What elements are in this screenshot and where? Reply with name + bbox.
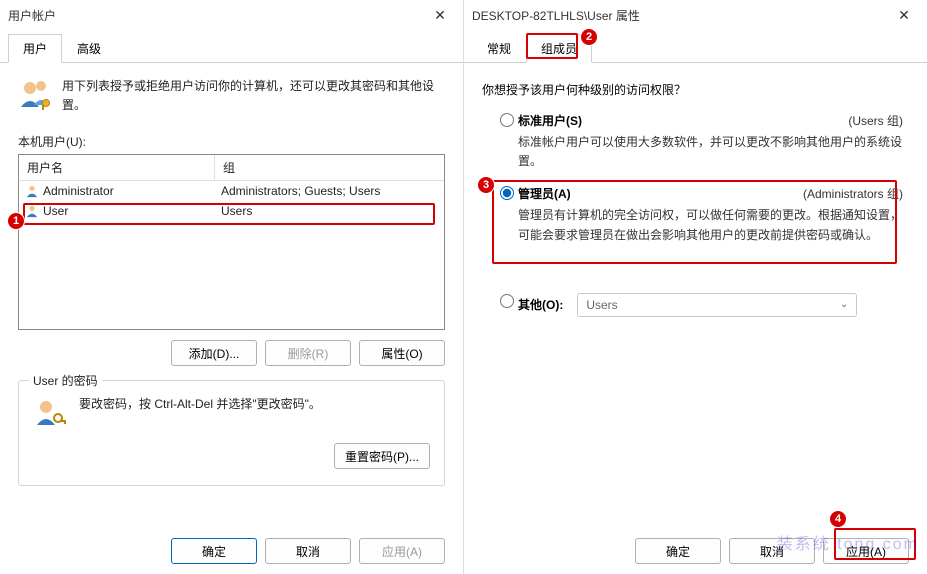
- option-standard-desc: 标准帐户用户可以使用大多数软件，并可以更改不影响其他用户的系统设置。: [518, 133, 903, 171]
- cancel-button[interactable]: 取消: [265, 538, 351, 564]
- col-username[interactable]: 用户名: [19, 155, 215, 180]
- tab-users[interactable]: 用户: [8, 34, 62, 63]
- option-admin-hint: (Administrators 组): [803, 185, 903, 202]
- option-other: 其他(O): Users ⌄: [482, 293, 909, 317]
- close-icon[interactable]: ✕: [425, 0, 455, 30]
- list-label: 本机用户(U):: [18, 133, 445, 150]
- tabs-left: 用户 高级: [0, 30, 463, 63]
- reset-password-button[interactable]: 重置密码(P)...: [334, 443, 430, 469]
- right-content: 你想授予该用户何种级别的访问权限？ 标准用户(S) (Users 组) 标准帐户…: [464, 63, 927, 317]
- titlebar-left: 用户帐户 ✕: [0, 0, 463, 30]
- other-group-select[interactable]: Users ⌄: [577, 293, 857, 317]
- user-icon: [25, 184, 39, 198]
- tabs-right: 常规 组成员: [464, 30, 927, 63]
- table-row[interactable]: User Users: [19, 201, 444, 221]
- col-group[interactable]: 组: [215, 155, 444, 180]
- cancel-button[interactable]: 取消: [729, 538, 815, 564]
- option-standard: 标准用户(S) (Users 组) 标准帐户用户可以使用大多数软件，并可以更改不…: [482, 112, 909, 171]
- apply-button: 应用(A): [359, 538, 445, 564]
- properties-button[interactable]: 属性(O): [359, 340, 445, 366]
- ok-button[interactable]: 确定: [171, 538, 257, 564]
- list-button-row: 添加(D)... 删除(R) 属性(O): [18, 340, 445, 366]
- user-properties-dialog: DESKTOP-82TLHLS\User 属性 ✕ 常规 组成员 你想授予该用户…: [464, 0, 927, 574]
- user-icon: [25, 204, 39, 218]
- key-icon: [33, 395, 69, 431]
- password-text: 要改密码，按 Ctrl-Alt-Del 并选择"更改密码"。: [79, 395, 430, 412]
- option-admin-label: 管理员(A): [518, 185, 571, 202]
- table-header: 用户名 组: [19, 155, 444, 181]
- radio-standard[interactable]: [500, 113, 514, 127]
- dialog-buttons-left: 确定 取消 应用(A): [171, 538, 445, 564]
- chevron-down-icon: ⌄: [840, 299, 848, 310]
- cell-username: User: [43, 204, 68, 218]
- tab-general[interactable]: 常规: [472, 34, 526, 62]
- users-keys-icon: [18, 77, 54, 113]
- ok-button[interactable]: 确定: [635, 538, 721, 564]
- option-standard-label: 标准用户(S): [518, 112, 582, 129]
- password-groupbox: User 的密码 要改密码，按 Ctrl-Alt-Del 并选择"更改密码"。 …: [18, 380, 445, 486]
- select-value: Users: [586, 298, 617, 312]
- user-accounts-dialog: 用户帐户 ✕ 用户 高级 用下列表授予或拒绝用户访问你的计算机，还可以更改其密码…: [0, 0, 464, 574]
- titlebar-right: DESKTOP-82TLHLS\User 属性 ✕: [464, 0, 927, 30]
- tab-membership[interactable]: 组成员: [526, 34, 592, 63]
- option-standard-hint: (Users 组): [848, 112, 903, 129]
- table-row[interactable]: Administrator Administrators; Guests; Us…: [19, 181, 444, 201]
- option-admin-desc: 管理员有计算机的完全访问权，可以做任何需要的更改。根据通知设置，可能会要求管理员…: [518, 206, 903, 244]
- window-title: DESKTOP-82TLHLS\User 属性: [472, 7, 889, 24]
- radio-other[interactable]: [500, 294, 514, 308]
- question-text: 你想授予该用户何种级别的访问权限？: [482, 81, 909, 98]
- apply-button[interactable]: 应用(A): [823, 538, 909, 564]
- groupbox-legend: User 的密码: [29, 372, 102, 389]
- left-content: 用下列表授予或拒绝用户访问你的计算机，还可以更改其密码和其他设置。 本机用户(U…: [0, 63, 463, 500]
- dialog-buttons-right: 确定 取消 应用(A): [635, 538, 909, 564]
- instruction-text: 用下列表授予或拒绝用户访问你的计算机，还可以更改其密码和其他设置。: [62, 77, 445, 115]
- add-button[interactable]: 添加(D)...: [171, 340, 257, 366]
- option-admin: 管理员(A) (Administrators 组) 管理员有计算机的完全访问权，…: [482, 185, 909, 244]
- radio-admin[interactable]: [500, 186, 514, 200]
- cell-group: Users: [215, 202, 444, 220]
- users-table[interactable]: 用户名 组 Administrator Administrators; Gues…: [18, 154, 445, 330]
- cell-username: Administrator: [43, 184, 114, 198]
- tab-advanced[interactable]: 高级: [62, 34, 116, 62]
- close-icon[interactable]: ✕: [889, 0, 919, 30]
- cell-group: Administrators; Guests; Users: [215, 182, 444, 200]
- window-title: 用户帐户: [8, 7, 425, 24]
- remove-button: 删除(R): [265, 340, 351, 366]
- option-other-label: 其他(O):: [518, 296, 563, 313]
